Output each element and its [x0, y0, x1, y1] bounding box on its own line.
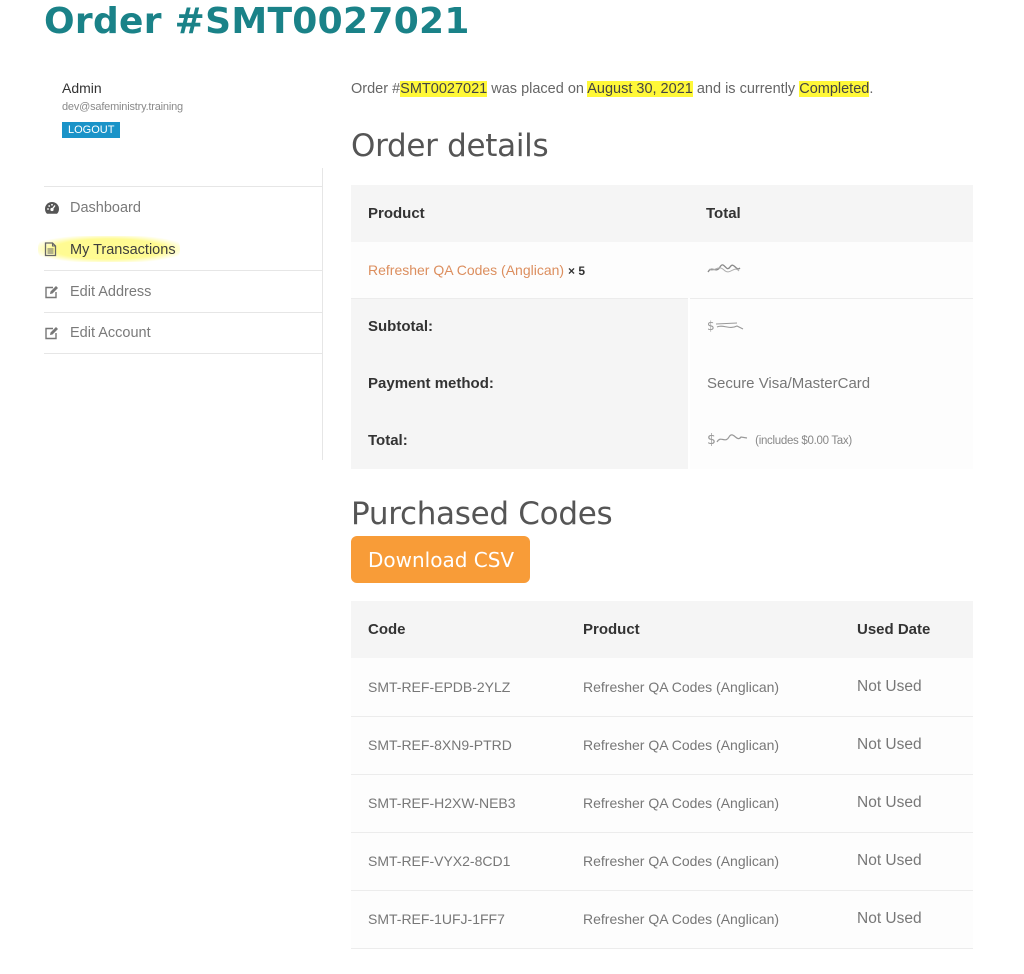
subtotal-value: $: [688, 298, 973, 355]
payment-method-label: Payment method:: [351, 355, 689, 412]
product-cell: Refresher QA Codes (Anglican): [583, 774, 857, 833]
used-date-cell: Not Used: [857, 774, 973, 833]
order-status: Completed: [799, 81, 870, 97]
product-quantity: × 5: [567, 263, 585, 278]
payment-method-row: Payment method: Secure Visa/MasterCard: [351, 355, 973, 412]
sidebar-item-label: Edit Address: [70, 283, 152, 300]
code-cell: SMT-REF-EPDB-2YLZ: [351, 658, 583, 717]
order-number: SMT0027021: [400, 81, 488, 97]
used-date-cell: Not Used: [857, 716, 973, 775]
code-cell: SMT-REF-VYX2-8CD1: [351, 832, 583, 891]
payment-method-value: Secure Visa/MasterCard: [688, 355, 973, 412]
table-row: SMT-REF-8XN9-PTRD Refresher QA Codes (An…: [351, 716, 973, 775]
redacted-amount: $: [707, 319, 747, 336]
table-row: SMT-REF-VYX2-8CD1 Refresher QA Codes (An…: [351, 832, 973, 891]
tax-note: (includes $0.00 Tax): [755, 435, 852, 448]
summary-text: Order #: [351, 81, 401, 97]
user-name: Admin: [62, 80, 102, 96]
sidebar-item-label: Dashboard: [70, 199, 141, 216]
sidebar-item-edit-account[interactable]: Edit Account: [44, 312, 323, 354]
sidebar-item-dashboard[interactable]: Dashboard: [44, 186, 323, 228]
column-header-used-date: Used Date: [857, 601, 973, 658]
total-value: $ (includes $0.00 Tax): [688, 412, 973, 469]
product-link[interactable]: Refresher QA Codes (Anglican): [368, 262, 564, 278]
redacted-amount: [706, 262, 742, 278]
column-header-product: Product: [583, 601, 857, 658]
sidebar-item-label: Edit Account: [70, 325, 151, 341]
product-cell: Refresher QA Codes (Anglican): [583, 890, 857, 949]
sidebar-item-edit-address[interactable]: Edit Address: [44, 270, 323, 312]
used-date-cell: Not Used: [857, 658, 973, 717]
summary-text: was placed on: [487, 81, 588, 97]
download-csv-button[interactable]: Download CSV: [351, 536, 530, 583]
code-cell: SMT-REF-8XN9-PTRD: [351, 716, 583, 775]
total-row: Total: $ (includes $0.00 Tax): [351, 412, 973, 469]
order-details-table: Product Total Refresher QA Codes (Anglic…: [351, 185, 973, 469]
order-date: August 30, 2021: [587, 81, 693, 97]
summary-text: and is currently: [692, 81, 800, 97]
column-header-code: Code: [351, 601, 583, 658]
account-navigation: Dashboard My Transactions Edit Address E…: [38, 186, 323, 354]
logout-button[interactable]: LOGOUT: [62, 122, 121, 138]
total-label: Total:: [351, 412, 689, 469]
dashboard-gauge-icon: [44, 201, 70, 215]
subtotal-label: Subtotal:: [351, 298, 689, 355]
order-summary: Order #SMT0027021 was placed on August 3…: [351, 81, 873, 97]
sidebar-item-label: My Transactions: [70, 241, 176, 258]
redacted-amount: $: [707, 432, 751, 450]
purchased-codes-heading: Purchased Codes: [351, 496, 613, 532]
edit-icon: [44, 285, 70, 299]
edit-icon: [44, 326, 70, 340]
order-details-heading: Order details: [351, 128, 549, 164]
column-header-product: Product: [351, 185, 689, 242]
sidebar-item-my-transactions[interactable]: My Transactions: [38, 228, 323, 270]
table-row: SMT-REF-EPDB-2YLZ Refresher QA Codes (An…: [351, 658, 973, 717]
product-cell: Refresher QA Codes (Anglican): [583, 832, 857, 891]
used-date-cell: Not Used: [857, 890, 973, 949]
summary-text: .: [869, 81, 874, 97]
table-row: SMT-REF-1UFJ-1FF7 Refresher QA Codes (An…: [351, 890, 973, 949]
svg-text:$: $: [707, 320, 715, 332]
user-email: dev@safeministry.training: [62, 101, 183, 113]
page-title: Order #SMT0027021: [44, 1, 470, 42]
purchased-codes-table: Code Product Used Date SMT-REF-EPDB-2YLZ…: [351, 601, 973, 949]
subtotal-row: Subtotal: $: [351, 298, 973, 355]
document-icon: [44, 242, 70, 257]
code-cell: SMT-REF-1UFJ-1FF7: [351, 890, 583, 949]
svg-text:$: $: [707, 432, 716, 446]
order-item-product-cell: Refresher QA Codes (Anglican) × 5: [351, 242, 689, 299]
product-cell: Refresher QA Codes (Anglican): [583, 658, 857, 717]
column-header-total: Total: [689, 185, 973, 242]
table-header-row: Product Total: [351, 185, 973, 242]
used-date-cell: Not Used: [857, 832, 973, 891]
product-cell: Refresher QA Codes (Anglican): [583, 716, 857, 775]
order-item-total-cell: [689, 242, 973, 299]
code-cell: SMT-REF-H2XW-NEB3: [351, 774, 583, 833]
table-header-row: Code Product Used Date: [351, 601, 973, 658]
table-row: SMT-REF-H2XW-NEB3 Refresher QA Codes (An…: [351, 774, 973, 833]
order-item-row: Refresher QA Codes (Anglican) × 5: [351, 242, 973, 299]
